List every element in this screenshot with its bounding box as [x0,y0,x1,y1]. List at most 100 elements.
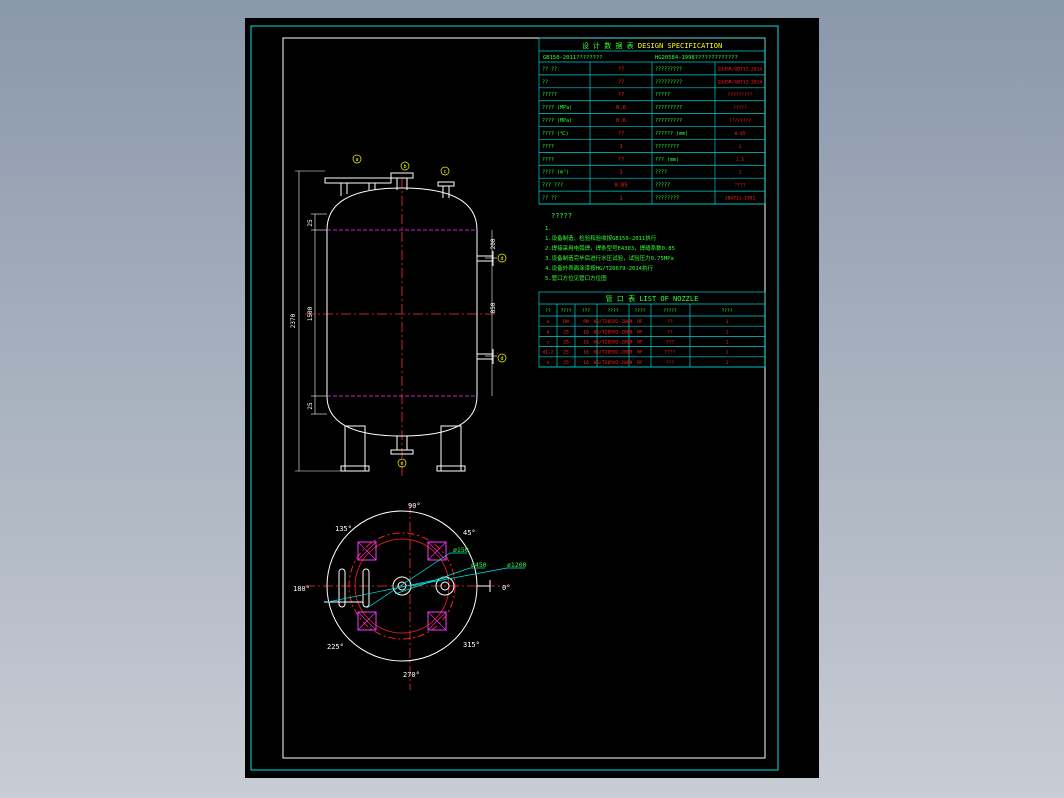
plan-nozzles [324,568,491,608]
nozzle-cell: HG/T20592-2009 [594,340,633,346]
nozzle-row: a DN PN HG/T20592-2009 RF?? 1 [539,319,765,327]
nozzle-header: ???? [635,308,646,314]
spec-value-right: Q345R/GB713-2014 [718,79,762,85]
nozzle-cell: RF [637,319,643,325]
spec-value-left: 0.6 [616,105,626,111]
spec-label-left: ???? [542,144,554,150]
nozzle-cell: 25 [563,350,569,356]
angle-0: 0° [502,584,510,592]
spec-row: ????????????????????? [539,87,765,102]
nozzle-cell: 1 [726,319,729,325]
nozzle-cell: 1 [726,329,729,335]
note-line: 5.管口方位见管口方位图 [545,274,607,282]
nozzle-header: ???? [608,308,619,314]
dim-nozzle-2: 850 [490,302,497,313]
spec-value-left: ?? [618,66,625,72]
angle-45: 45° [463,529,476,537]
spec-value-left: ?? [618,157,625,163]
spec-label-left: ???? (m³) [542,170,569,176]
spec-label-right: ????????? [655,66,682,72]
nozzle-cell: HG/T20592-2009 [594,319,633,325]
nozzle-cell: 25 [563,340,569,346]
leader-d1: ø150 [453,546,469,554]
nozzle-cell: e [547,361,550,366]
spec-row: ???? 1???????? 1 [539,139,765,153]
spec-value-left: 1 [619,144,622,150]
label-d1: d [500,256,503,262]
dim-total: 2370 [290,313,297,328]
nozzle-header: ?? [545,308,551,314]
spec-row: ??? ??? 0.85????????? [539,178,765,192]
spec-value-right: ???????? [729,118,751,124]
nozzle-header: ??? [582,308,590,314]
label-b: b [403,164,406,170]
spec-label-left: ???? (MPa) [542,118,572,124]
spec-row: ?? ????????????? Q345R/GB713-2014 [539,62,765,76]
nozzle-row: d1-2 25 16 HG/T20592-2009 RF???? 1 [539,350,765,358]
nozzle-cell: ?? [667,329,673,335]
spec-value-right: ????????? [728,92,753,98]
angle-315: 315° [463,641,480,649]
leader-d3: ø1200 [507,561,527,569]
spec-value-right: JB4711-1992 [725,195,756,201]
label-a: a [355,157,358,163]
spec-row: ?????? ??? (mm) 1.5 [539,152,765,166]
nozzle-cell: 25 [563,329,569,335]
spec-label-right: ??? (mm) [655,157,679,163]
nozzle-row: b 25 16 HG/T20592-2009 RF?? 1 [539,329,765,337]
spec-rows: ?? ????????????? Q345R/GB713-2014????????… [539,62,765,205]
spec-value-right: 0.85 [734,131,745,137]
spec-label-right: ???? [655,170,667,176]
nozzle-cell: ???? [664,350,675,356]
spec-label-left: ?? ?? [542,195,557,201]
spec-label-left: ?? [542,79,548,85]
spec-value-right: ????? [733,105,747,111]
nozzle-cell: 1 [726,360,729,366]
spec-label-right: ???????? [655,144,679,150]
spec-label-right: ????? [655,92,670,98]
dim-nozzle-1: 200 [490,238,497,249]
spec-label-right: ????????? [655,105,682,111]
nozzle-header: ???? [722,308,733,314]
nozzle-cell: 25 [563,360,569,366]
nozzle-cell: ??? [666,340,675,346]
label-d2: d [500,356,503,362]
nozzle-cell: HG/T20592-2009 [594,350,633,356]
spec-table-title: 设 计 数 据 表 DESIGN SPECIFICATION [582,41,722,50]
nozzle-header: ???? [561,308,572,314]
notes-title: ????? [551,212,572,220]
spec-label-left: ???? [542,157,554,163]
spec-row: ???? (m³) 1???? 1 [539,165,765,179]
spec-label-right: ????? [655,183,670,189]
spec-value-left: ?? [618,92,625,98]
spec-standard-right: HG20584-1998????????????? [655,55,738,61]
note-line: 3.设备制造完毕后进行水压试验，试验压力0.75MPa [545,254,674,262]
nozzle-cell: PN [583,319,589,325]
spec-label-left: ??? ??? [542,183,563,189]
nozzle-table [538,291,766,368]
nozzle-cell: RF [637,350,643,356]
label-c: c [443,169,446,175]
nozzle-cell: 16 [583,329,589,335]
spec-value-left: 1 [619,170,622,176]
nozzle-cell: a [547,320,550,325]
label-e: e [400,461,403,467]
dim-straight: 1500 [307,306,314,321]
nozzle-cell: RF [637,329,643,335]
spec-row: ?? ?? 1???????? JB4711-1992 [539,191,765,205]
spec-value-left: 1 [619,195,622,201]
nozzle-row: e 25 16 HG/T20592-2009 RF??? 1 [539,360,765,368]
dim-top: 25 [307,219,314,227]
nozzle-cell: RF [637,360,643,366]
nozzle-cell: ??? [666,360,675,366]
nozzle-cell: d1-2 [542,350,553,356]
note-line: 1. [545,226,552,232]
spec-label-right: ?????? (mm) [655,131,688,137]
nozzle-cell: 16 [583,360,589,366]
elevation-view: a b c d d e 2370 1500 25 25 200 850 [290,154,507,478]
note-line: 4.设备外表面涂漆按HG/T20679-2014执行 [545,264,653,272]
outer-frame [250,25,779,771]
spec-standard-left: GB150-2011???????? [543,55,603,61]
note-line: 2.焊接采用电弧焊，焊条型号E4303，焊缝系数0.85 [545,244,675,252]
nozzle-header: ????? [663,308,677,314]
